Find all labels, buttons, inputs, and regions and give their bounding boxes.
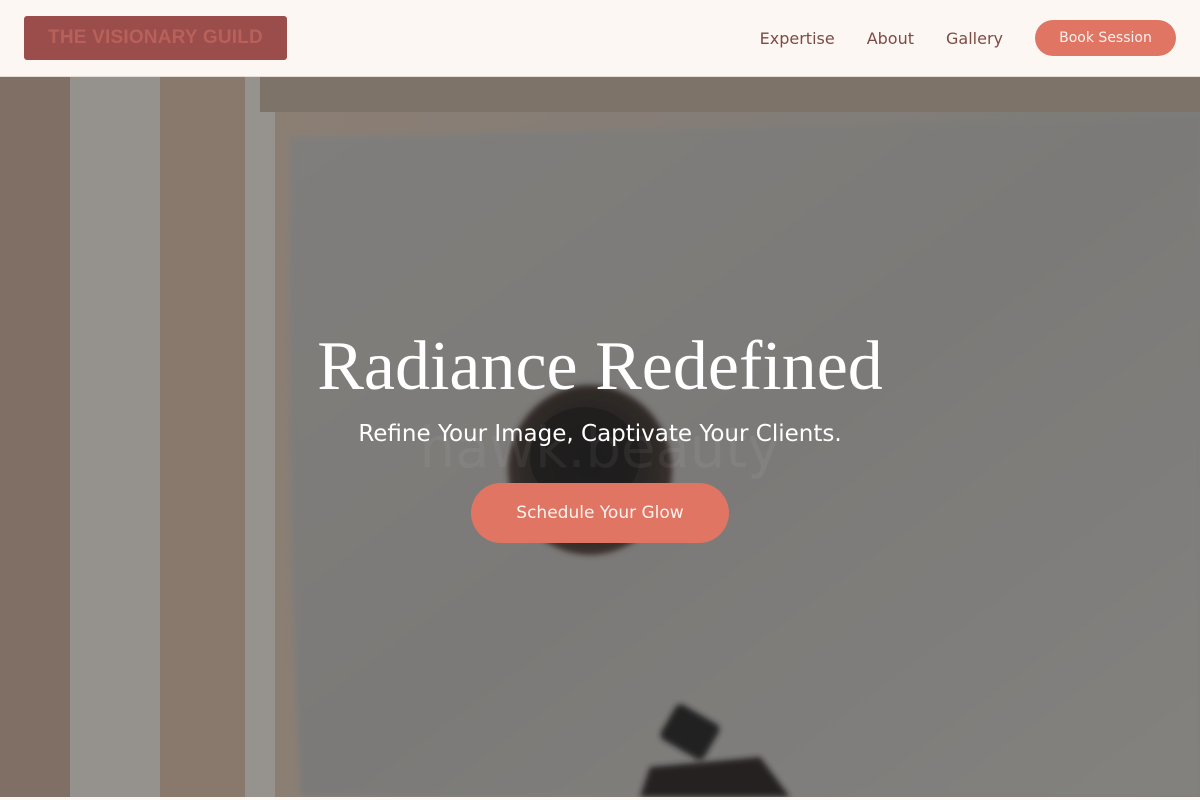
nav-link-expertise[interactable]: Expertise [760,29,835,48]
hero-title: Radiance Redefined [317,328,883,405]
nav-link-gallery[interactable]: Gallery [946,29,1003,48]
brand-logo[interactable]: THE VISIONARY GUILD [24,16,287,60]
hero-subtitle: Refine Your Image, Captivate Your Client… [358,421,842,447]
book-session-button[interactable]: Book Session [1035,20,1176,56]
hero-content: Radiance Redefined Refine Your Image, Ca… [0,77,1200,797]
schedule-glow-button[interactable]: Schedule Your Glow [471,483,729,543]
site-header: THE VISIONARY GUILD Expertise About Gall… [0,0,1200,77]
main-nav: Expertise About Gallery Book Session [760,20,1176,56]
nav-link-about[interactable]: About [867,29,914,48]
hero-section: hawk.beauty Radiance Redefined Refine Yo… [0,77,1200,797]
